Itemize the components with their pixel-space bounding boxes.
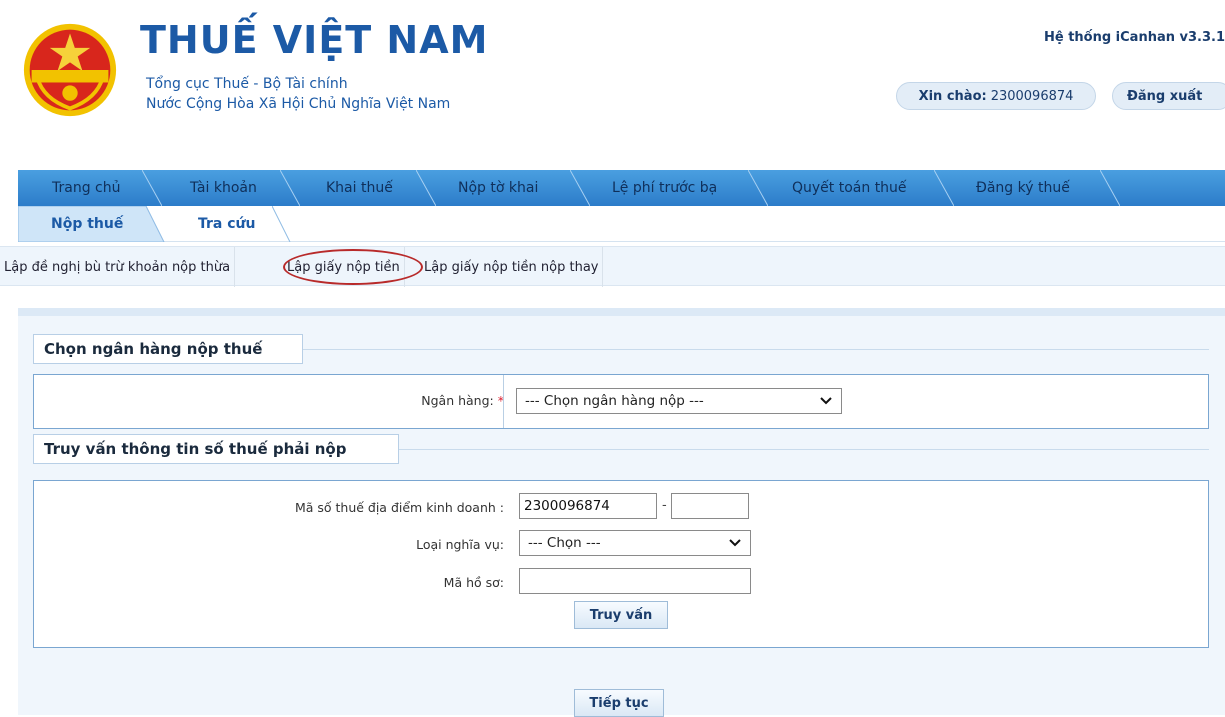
- query-section-box: Mã số thuế địa điểm kinh doanh : 2300096…: [33, 480, 1209, 648]
- welcome-user: 2300096874: [990, 88, 1074, 104]
- nav-item-submit-declaration[interactable]: Nộp tờ khai: [458, 170, 538, 206]
- national-tax-emblem-icon: [23, 23, 117, 117]
- nav-item-tax-registration[interactable]: Đăng ký thuế: [976, 170, 1070, 206]
- logout-button[interactable]: Đăng xuất: [1112, 82, 1225, 110]
- brand-subtitle-ministry: Tổng cục Thuế - Bộ Tài chính: [146, 76, 348, 92]
- tax-code-suffix-input[interactable]: [671, 493, 749, 519]
- nav-item-registration-fee[interactable]: Lệ phí trước bạ: [612, 170, 717, 206]
- subtab-lookup-label: Tra cứu: [198, 216, 256, 232]
- file-code-label: Mã hồ sơ:: [443, 575, 504, 590]
- link-create-payment-slip-on-behalf[interactable]: Lập giấy nộp tiền nộp thay: [424, 247, 604, 287]
- tax-code-label: Mã số thuế địa điểm kinh doanh :: [294, 500, 504, 515]
- bank-section-box: Ngân hàng: * --- Chọn ngân hàng nộp ---: [33, 374, 1209, 429]
- bank-label: Ngân hàng: *: [334, 393, 504, 408]
- system-version: Hệ thống iCanhan v3.3.1: [1043, 30, 1225, 45]
- file-code-input[interactable]: [519, 568, 751, 594]
- bank-label-text: Ngân hàng:: [421, 393, 494, 408]
- subtab-pay-tax[interactable]: Nộp thuế: [18, 206, 178, 242]
- chevron-down-icon: [729, 539, 741, 547]
- brand-subtitle-country: Nước Cộng Hòa Xã Hội Chủ Nghĩa Việt Nam: [146, 96, 451, 112]
- bank-select[interactable]: --- Chọn ngân hàng nộp ---: [516, 388, 842, 414]
- obligation-type-label: Loại nghĩa vụ:: [416, 537, 504, 552]
- nav-separator: [934, 170, 954, 206]
- legend-rule: [399, 449, 1209, 450]
- link-offset-overpayment[interactable]: Lập đề nghị bù trừ khoản nộp thừa: [4, 247, 236, 287]
- nav-separator: [280, 170, 300, 206]
- action-links-bar: Lập đề nghị bù trừ khoản nộp thừa Lập gi…: [0, 246, 1225, 287]
- subtab-pay-tax-label: Nộp thuế: [51, 216, 124, 232]
- chevron-down-icon: [820, 397, 832, 405]
- subtab-lookup[interactable]: Tra cứu: [180, 206, 300, 242]
- query-section-legend: Truy vấn thông tin số thuế phải nộp: [33, 434, 399, 464]
- field-divider: [503, 375, 504, 428]
- obligation-type-value: --- Chọn ---: [528, 535, 601, 551]
- nav-separator: [416, 170, 436, 206]
- content-panel: Chọn ngân hàng nộp thuế Ngân hàng: * --- …: [18, 308, 1225, 717]
- welcome-label: Xin chào:: [918, 88, 987, 104]
- welcome-badge: Xin chào: 2300096874: [896, 82, 1096, 110]
- bank-section-legend: Chọn ngân hàng nộp thuế: [33, 334, 303, 364]
- nav-item-home[interactable]: Trang chủ: [52, 170, 120, 206]
- nav-item-declare-tax[interactable]: Khai thuế: [326, 170, 393, 206]
- nav-item-tax-finalization[interactable]: Quyết toán thuế: [792, 170, 907, 206]
- sub-nav: Nộp thuế Tra cứu: [18, 206, 1225, 242]
- nav-separator: [748, 170, 768, 206]
- legend-rule: [303, 349, 1209, 350]
- nav-separator: [570, 170, 590, 206]
- nav-item-account[interactable]: Tài khoản: [190, 170, 257, 206]
- tax-code-input[interactable]: 2300096874: [519, 493, 657, 519]
- nav-separator: [1100, 170, 1120, 206]
- page-header: THUẾ VIỆT NAM Tổng cục Thuế - Bộ Tài chí…: [0, 0, 1225, 160]
- bank-select-value: --- Chọn ngân hàng nộp ---: [525, 393, 704, 409]
- link-create-payment-slip[interactable]: Lập giấy nộp tiền: [287, 247, 405, 287]
- nav-separator: [142, 170, 162, 206]
- main-nav: Trang chủ Tài khoản Khai thuế Nộp tờ kha…: [18, 170, 1225, 206]
- tax-code-dash: -: [662, 498, 667, 513]
- continue-button[interactable]: Tiếp tục: [574, 689, 664, 717]
- brand-title: THUẾ VIỆT NAM: [140, 18, 489, 62]
- obligation-type-select[interactable]: --- Chọn ---: [519, 530, 751, 556]
- subtab-separator: [272, 206, 291, 242]
- query-button[interactable]: Truy vấn: [574, 601, 668, 629]
